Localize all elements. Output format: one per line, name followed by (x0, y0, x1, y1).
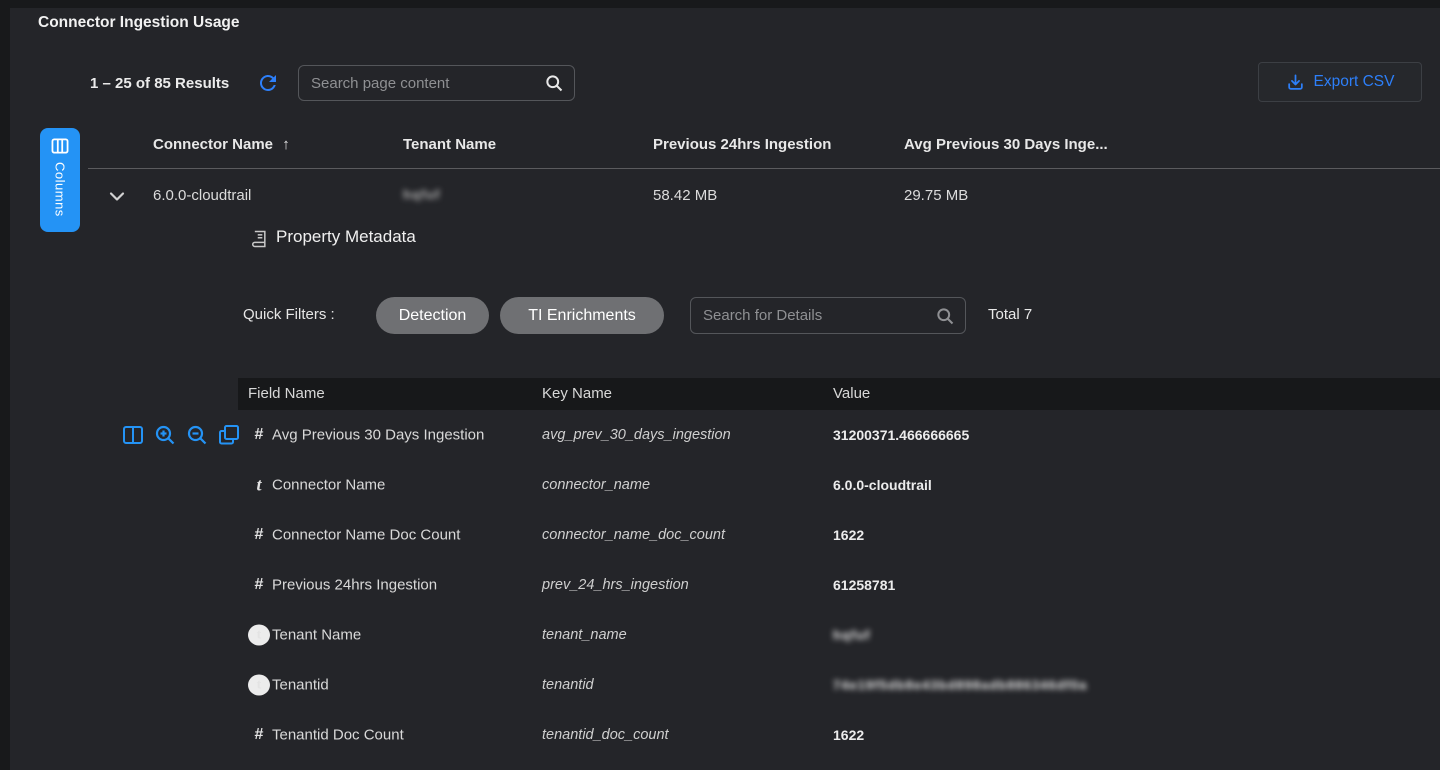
key-name: avg_prev_30_days_ingestion (542, 427, 731, 443)
details-search (690, 297, 966, 334)
field-value: 61258781 (833, 577, 895, 593)
search-icon (935, 306, 955, 326)
field-type-icon: # (248, 426, 270, 444)
download-icon (1286, 73, 1305, 92)
header-connector-name[interactable]: Connector Name ↑ (153, 136, 290, 153)
field-name: Previous 24hrs Ingestion (272, 577, 437, 594)
sort-ascending-icon: ↑ (282, 136, 290, 153)
detail-header-key-name: Key Name (542, 385, 612, 402)
book-icon (249, 229, 269, 254)
field-name: Tenantid Doc Count (272, 727, 404, 744)
refresh-icon (256, 83, 280, 98)
field-name: Tenantid (272, 677, 329, 694)
detail-table-rows: # Avg Previous 30 Days Ingestion avg_pre… (238, 410, 1440, 760)
detail-header-field-name: Field Name (248, 385, 325, 402)
total-count-label: Total 7 (988, 306, 1032, 323)
frame-top (0, 0, 1440, 8)
detail-header-value: Value (833, 385, 870, 402)
field-name: Connector Name Doc Count (272, 527, 460, 544)
field-value-redacted: hqfuf (833, 628, 870, 643)
split-columns-button[interactable] (120, 423, 145, 448)
frame-left (0, 0, 10, 770)
key-name: connector_name (542, 477, 650, 493)
field-name: Avg Previous 30 Days Ingestion (272, 427, 484, 444)
field-type-icon: # (248, 576, 270, 594)
detail-table-row: # Previous 24hrs Ingestion prev_24_hrs_i… (238, 560, 1440, 610)
key-name: tenantid (542, 677, 594, 693)
filter-detection-button[interactable]: Detection (376, 297, 489, 334)
filter-ti-enrichments-button[interactable]: TI Enrichments (500, 297, 664, 334)
table-columns-icon (51, 138, 69, 154)
detail-table-header: Field Name Key Name Value (238, 378, 1440, 410)
cell-connector-name: 6.0.0-cloudtrail (153, 187, 251, 204)
field-value-redacted: 74e19f5db8e43bd898adb886346df0a (833, 678, 1087, 693)
field-type-icon: t (248, 675, 270, 696)
header-connector-name-label: Connector Name (153, 136, 273, 153)
page-title: Connector Ingestion Usage (38, 14, 240, 32)
cell-tenant-name-redacted: hqfuf (403, 187, 440, 202)
detail-table-row: # Connector Name Doc Count connector_nam… (238, 510, 1440, 560)
field-value: 1622 (833, 527, 864, 543)
page-search (298, 65, 575, 101)
property-metadata-title: Property Metadata (276, 227, 416, 247)
field-value: 6.0.0-cloudtrail (833, 477, 932, 493)
search-icon (544, 73, 564, 93)
cell-prev-24hrs: 58.42 MB (653, 187, 717, 204)
header-tenant-name[interactable]: Tenant Name (403, 136, 496, 153)
chevron-down-icon (105, 196, 129, 211)
field-name: Connector Name (272, 477, 385, 494)
detail-table-row: t Tenantid tenantid 74e19f5db8e43bd898ad… (238, 660, 1440, 710)
export-csv-button[interactable]: Export CSV (1258, 62, 1422, 102)
key-name: tenant_name (542, 627, 627, 643)
details-search-input[interactable] (691, 307, 935, 324)
detail-table-row: t Connector Name connector_name 6.0.0-cl… (238, 460, 1440, 510)
field-type-icon: t (248, 475, 270, 496)
columns-tab[interactable]: Columns (40, 128, 80, 232)
detail-table-row: # Tenantid Doc Count tenantid_doc_count … (238, 710, 1440, 760)
key-name: prev_24_hrs_ingestion (542, 577, 689, 593)
refresh-button[interactable] (255, 71, 281, 97)
field-type-icon: t (248, 625, 270, 646)
results-summary: 1 – 25 of 85 Results (90, 75, 229, 92)
quick-filters-label: Quick Filters : (243, 306, 335, 323)
detail-table-tools (120, 423, 241, 448)
field-name: Tenant Name (272, 627, 361, 644)
field-type-icon: # (248, 726, 270, 744)
export-csv-label: Export CSV (1314, 73, 1395, 91)
columns-tab-label: Columns (53, 162, 68, 217)
header-divider (88, 168, 1440, 169)
field-value: 1622 (833, 727, 864, 743)
field-type-icon: # (248, 526, 270, 544)
detail-table-row: # Avg Previous 30 Days Ingestion avg_pre… (238, 410, 1440, 460)
cell-avg-30-days: 29.75 MB (904, 187, 968, 204)
header-avg-30-days[interactable]: Avg Previous 30 Days Inge... (904, 136, 1108, 153)
connector-ingestion-usage-page: Connector Ingestion Usage 1 – 25 of 85 R… (0, 0, 1440, 770)
detail-table-row: t Tenant Name tenant_name hqfuf (238, 610, 1440, 660)
key-name: connector_name_doc_count (542, 527, 725, 543)
page-search-input[interactable] (299, 75, 544, 92)
key-name: tenantid_doc_count (542, 727, 669, 743)
header-prev-24hrs[interactable]: Previous 24hrs Ingestion (653, 136, 831, 153)
field-value: 31200371.466666665 (833, 427, 969, 443)
zoom-out-button[interactable] (184, 423, 209, 448)
zoom-in-button[interactable] (152, 423, 177, 448)
row-expand-chevron[interactable] (104, 184, 130, 210)
